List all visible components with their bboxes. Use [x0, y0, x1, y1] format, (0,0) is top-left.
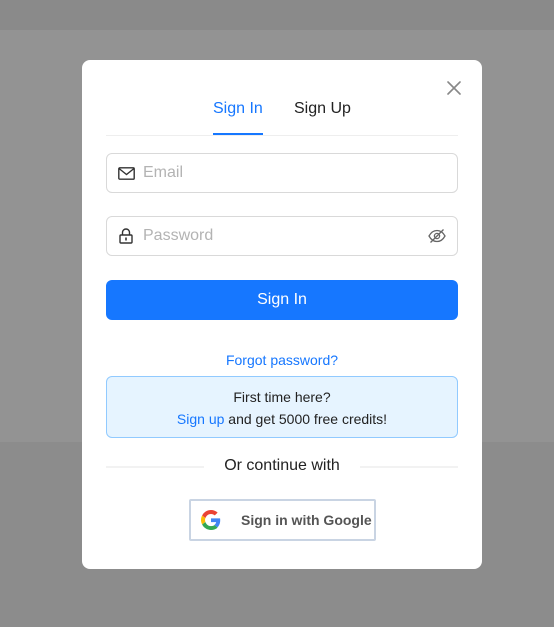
mail-icon	[117, 164, 135, 182]
sign-up-link[interactable]: Sign up	[177, 411, 224, 427]
forgot-password-link[interactable]: Forgot password?	[82, 352, 482, 368]
google-sign-in-label: Sign in with Google	[241, 512, 372, 528]
password-input[interactable]	[143, 227, 427, 245]
email-input[interactable]	[143, 164, 447, 182]
tab-sign-up[interactable]: Sign Up	[294, 99, 351, 133]
eye-off-icon[interactable]	[427, 226, 447, 246]
divider: Or continue with	[106, 456, 458, 476]
auth-modal: Sign In Sign Up Sign I	[82, 60, 482, 569]
info-line-credits: Sign up and get 5000 free credits!	[107, 411, 457, 427]
info-box: First time here? Sign up and get 5000 fr…	[106, 376, 458, 438]
tab-sign-in[interactable]: Sign In	[213, 99, 263, 135]
password-field-wrapper[interactable]	[106, 216, 458, 256]
background-top	[0, 0, 554, 30]
info-credits-text: and get 5000 free credits!	[224, 411, 388, 427]
sign-in-button[interactable]: Sign In	[106, 280, 458, 320]
lock-icon	[117, 227, 135, 245]
info-line-first-time: First time here?	[233, 389, 331, 405]
auth-tabs: Sign In Sign Up	[106, 90, 458, 136]
email-field-wrapper[interactable]	[106, 153, 458, 193]
google-sign-in-button[interactable]: Sign in with Google	[189, 499, 376, 541]
divider-line-right	[360, 466, 458, 468]
google-icon	[201, 510, 221, 530]
